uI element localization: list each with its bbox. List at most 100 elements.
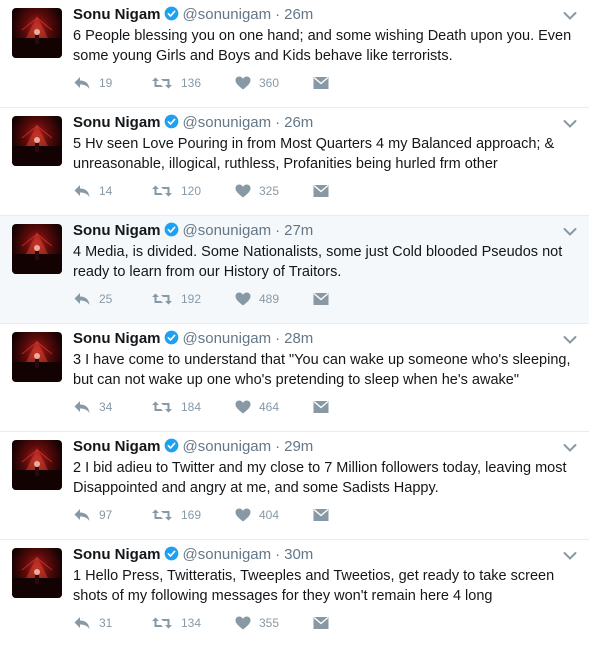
reply-count: 31 (99, 616, 113, 630)
reply-icon (73, 292, 91, 306)
author-name[interactable]: Sonu Nigam (73, 330, 161, 347)
reply-button[interactable]: 14 (73, 183, 112, 199)
retweet-count: 169 (181, 508, 202, 522)
chevron-down-icon[interactable] (563, 440, 579, 452)
chevron-down-icon[interactable] (563, 332, 579, 344)
direct-message-button[interactable] (313, 399, 329, 415)
reply-button[interactable]: 19 (73, 75, 112, 91)
tweet-header: Sonu Nigam @sonunigam · 26m (73, 114, 549, 134)
retweet-count: 134 (181, 616, 202, 630)
reply-button[interactable]: 25 (73, 291, 112, 307)
author-name[interactable]: Sonu Nigam (73, 546, 161, 563)
author-name[interactable]: Sonu Nigam (73, 114, 161, 131)
like-button[interactable]: 325 (235, 183, 279, 199)
avatar[interactable] (12, 440, 62, 490)
retweet-button[interactable]: 184 (151, 399, 201, 415)
like-count: 325 (259, 184, 280, 198)
tweet[interactable]: Sonu Nigam @sonunigam · 27m 4 Media, is div… (0, 216, 589, 324)
avatar[interactable] (12, 116, 62, 166)
chevron-down-icon[interactable] (563, 8, 579, 20)
reply-icon (73, 616, 91, 630)
retweet-button[interactable]: 134 (151, 615, 201, 631)
like-count: 404 (259, 508, 280, 522)
direct-message-button[interactable] (313, 615, 329, 631)
tweet[interactable]: Sonu Nigam @sonunigam · 26m 6 People blessi… (0, 0, 589, 108)
like-button[interactable]: 360 (235, 75, 279, 91)
tweet-feed: Sonu Nigam @sonunigam · 26m 6 People blessi… (0, 0, 589, 648)
chevron-down-icon[interactable] (563, 116, 579, 128)
retweet-icon (151, 400, 173, 414)
retweet-button[interactable]: 136 (151, 75, 201, 91)
retweet-icon (151, 292, 173, 306)
tweet-text: 3 I have come to understand that "You ca… (73, 352, 571, 388)
tweet-text: 1 Hello Press, Twitteratis, Tweeples and… (73, 568, 555, 604)
reply-button[interactable]: 31 (73, 615, 112, 631)
avatar[interactable] (12, 224, 62, 274)
author-handle[interactable]: @sonunigam (183, 222, 272, 239)
retweet-count: 120 (181, 184, 202, 198)
author-handle[interactable]: @sonunigam (183, 6, 272, 23)
reply-count: 97 (99, 508, 113, 522)
author-name[interactable]: Sonu Nigam (73, 6, 161, 23)
author-handle[interactable]: @sonunigam (183, 330, 272, 347)
like-button[interactable]: 489 (235, 291, 279, 307)
avatar[interactable] (12, 332, 62, 382)
heart-icon (235, 400, 251, 414)
tweet[interactable]: Sonu Nigam @sonunigam · 26m 5 Hv seen Love … (0, 108, 589, 216)
retweet-button[interactable]: 120 (151, 183, 201, 199)
tweet[interactable]: Sonu Nigam @sonunigam · 28m 3 I have come t… (0, 324, 589, 432)
verified-badge-icon (164, 438, 179, 458)
timestamp[interactable]: 27m (284, 222, 313, 239)
retweet-count: 184 (181, 400, 202, 414)
timestamp[interactable]: 29m (284, 438, 313, 455)
author-handle[interactable]: @sonunigam (183, 546, 272, 563)
separator-dot: · (275, 438, 281, 455)
retweet-count: 192 (181, 292, 202, 306)
tweet-header: Sonu Nigam @sonunigam · 27m (73, 222, 549, 242)
verified-badge-icon (164, 222, 179, 242)
retweet-button[interactable]: 169 (151, 507, 201, 523)
retweet-icon (151, 508, 173, 522)
reply-icon (73, 508, 91, 522)
author-handle[interactable]: @sonunigam (183, 438, 272, 455)
direct-message-button[interactable] (313, 183, 329, 199)
separator-dot: · (275, 330, 281, 347)
timestamp[interactable]: 26m (284, 114, 313, 131)
retweet-button[interactable]: 192 (151, 291, 201, 307)
tweet-header: Sonu Nigam @sonunigam · 30m (73, 546, 549, 566)
direct-message-icon (313, 76, 329, 90)
chevron-down-icon[interactable] (563, 224, 579, 236)
verified-badge-icon (164, 330, 179, 350)
direct-message-icon (313, 616, 329, 630)
avatar[interactable] (12, 548, 62, 598)
tweet[interactable]: Sonu Nigam @sonunigam · 29m 2 I bid adieu t… (0, 432, 589, 540)
like-button[interactable]: 464 (235, 399, 279, 415)
tweet-header: Sonu Nigam @sonunigam · 26m (73, 6, 549, 26)
timestamp[interactable]: 28m (284, 330, 313, 347)
like-button[interactable]: 355 (235, 615, 279, 631)
direct-message-button[interactable] (313, 75, 329, 91)
timestamp[interactable]: 30m (284, 546, 313, 563)
separator-dot: · (275, 114, 281, 131)
tweet-text: 4 Media, is divided. Some Nationalists, … (73, 244, 563, 280)
author-handle[interactable]: @sonunigam (183, 114, 272, 131)
author-name[interactable]: Sonu Nigam (73, 438, 161, 455)
like-count: 489 (259, 292, 280, 306)
tweet-header: Sonu Nigam @sonunigam · 29m (73, 438, 549, 458)
timestamp[interactable]: 26m (284, 6, 313, 23)
tweet-text: 5 Hv seen Love Pouring in from Most Quar… (73, 136, 555, 172)
heart-icon (235, 616, 251, 630)
direct-message-button[interactable] (313, 507, 329, 523)
reply-button[interactable]: 34 (73, 399, 112, 415)
heart-icon (235, 292, 251, 306)
verified-badge-icon (164, 6, 179, 26)
chevron-down-icon[interactable] (563, 548, 579, 560)
author-name[interactable]: Sonu Nigam (73, 222, 161, 239)
separator-dot: · (275, 546, 281, 563)
reply-button[interactable]: 97 (73, 507, 112, 523)
direct-message-button[interactable] (313, 291, 329, 307)
tweet[interactable]: Sonu Nigam @sonunigam · 30m 1 Hello Press, … (0, 540, 589, 648)
like-button[interactable]: 404 (235, 507, 279, 523)
avatar[interactable] (12, 8, 62, 58)
direct-message-icon (313, 292, 329, 306)
